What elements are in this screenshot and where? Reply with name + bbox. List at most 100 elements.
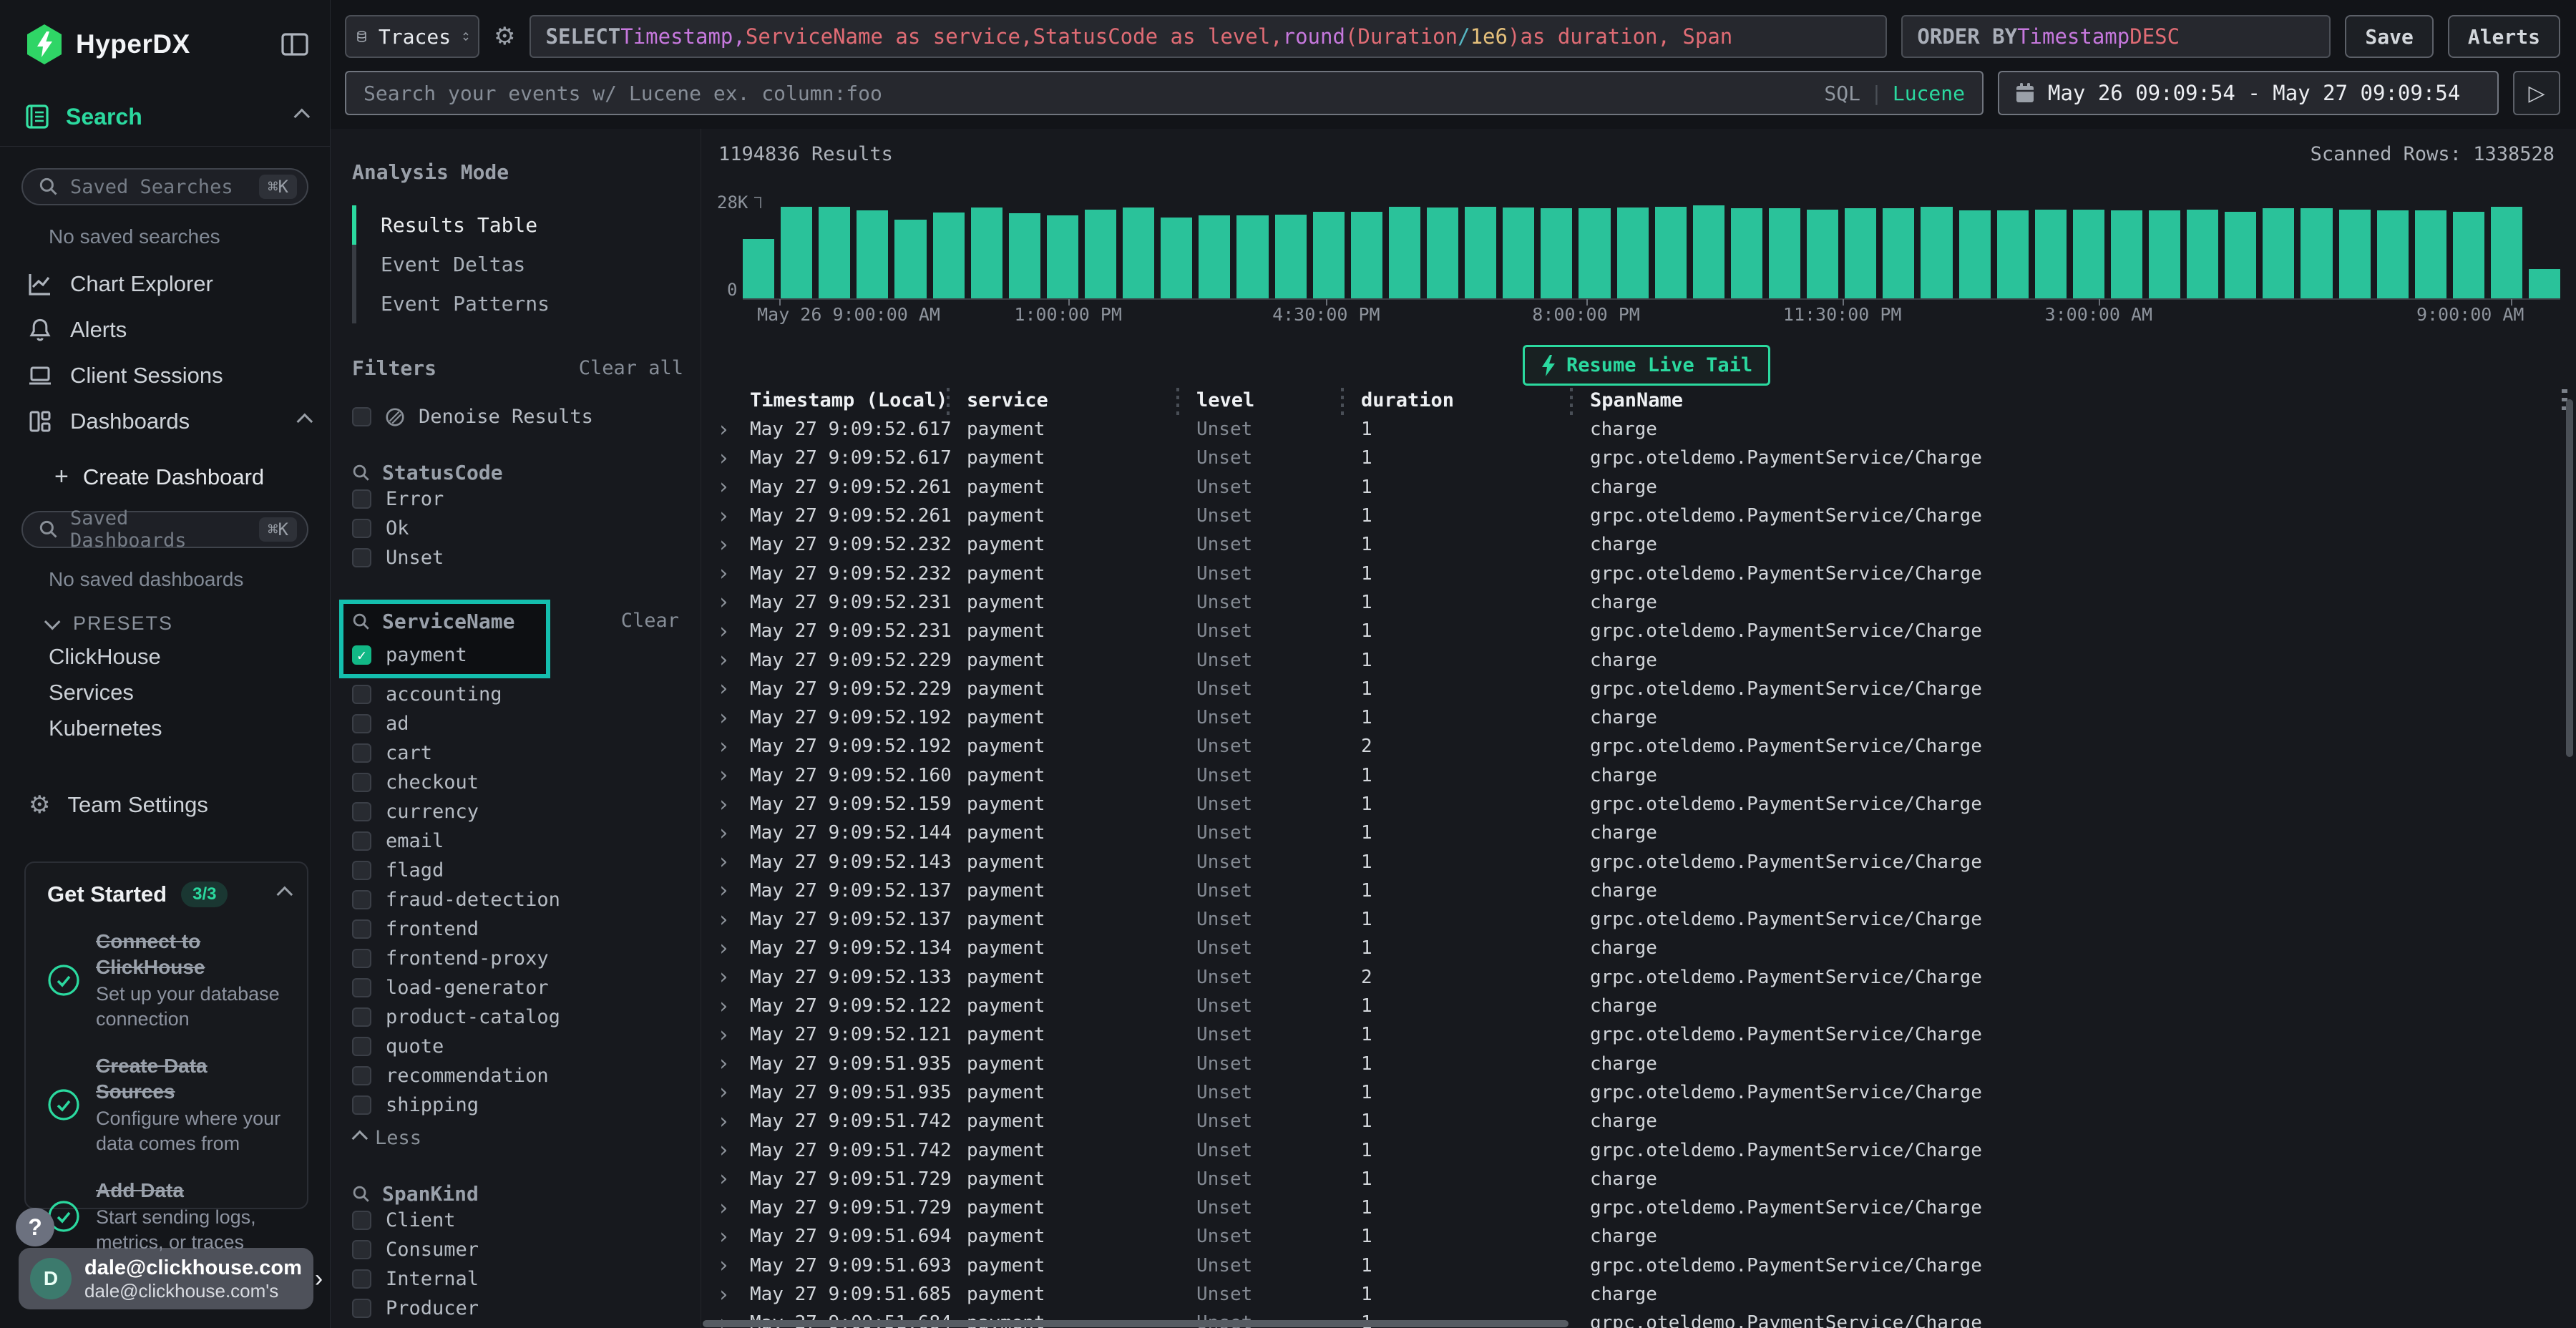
checkbox-checked[interactable]: ✓ — [352, 645, 371, 665]
table-row[interactable]: ›May 27 9:09:52.192 AMpaymentUnset2grpc.… — [716, 732, 2543, 761]
filter-item[interactable]: Unset — [352, 543, 683, 572]
row-expand-chevron-icon[interactable]: › — [716, 1253, 741, 1278]
histogram-bar[interactable] — [2073, 210, 2104, 298]
sidebar-item-chart-explorer[interactable]: Chart Explorer — [21, 261, 308, 307]
filter-item[interactable]: load-generator — [352, 973, 683, 1002]
source-settings-gear-icon[interactable]: ⚙ — [494, 24, 515, 49]
row-expand-chevron-icon[interactable]: › — [716, 1224, 741, 1249]
sidebar-item-team-settings[interactable]: ⚙ Team Settings — [29, 792, 308, 818]
table-row[interactable]: ›May 27 9:09:52.137 AMpaymentUnset1charg… — [716, 877, 2543, 905]
histogram-bar[interactable] — [1883, 208, 1914, 298]
row-expand-chevron-icon[interactable]: › — [716, 504, 741, 529]
sidebar-collapse-icon[interactable] — [281, 33, 308, 56]
mode-lucene-toggle[interactable]: Lucene — [1893, 82, 1965, 105]
row-expand-chevron-icon[interactable]: › — [716, 532, 741, 557]
get-started-item[interactable]: Create Data SourcesConfigure where your … — [47, 1053, 288, 1156]
histogram-bar[interactable] — [1085, 210, 1116, 298]
filter-item[interactable]: fraud-detection — [352, 885, 683, 914]
table-row[interactable]: ›May 27 9:09:52.160 AMpaymentUnset1charg… — [716, 761, 2543, 790]
column-header-service[interactable]: service — [958, 389, 1188, 411]
checkbox[interactable] — [352, 1211, 371, 1230]
row-expand-chevron-icon[interactable]: › — [716, 706, 741, 731]
histogram-bar[interactable] — [933, 213, 965, 298]
table-row[interactable]: ›May 27 9:09:52.229 AMpaymentUnset1grpc.… — [716, 675, 2543, 703]
table-row[interactable]: ›May 27 9:09:52.143 AMpaymentUnset1grpc.… — [716, 847, 2543, 876]
histogram-bar[interactable] — [2339, 210, 2371, 298]
histogram-bar[interactable] — [1161, 218, 1192, 298]
table-row[interactable]: ›May 27 9:09:52.261 AMpaymentUnset1grpc.… — [716, 502, 2543, 530]
table-row[interactable]: ›May 27 9:09:52.144 AMpaymentUnset1charg… — [716, 819, 2543, 847]
filter-item[interactable]: Error — [352, 484, 683, 514]
filter-item[interactable]: Producer — [352, 1294, 683, 1323]
row-expand-chevron-icon[interactable]: › — [716, 1022, 741, 1048]
table-row[interactable]: ›May 27 9:09:52.122 AMpaymentUnset1charg… — [716, 992, 2543, 1020]
filter-item[interactable]: shipping — [352, 1090, 683, 1120]
histogram-bar[interactable] — [1731, 208, 1762, 298]
checkbox[interactable] — [352, 1269, 371, 1289]
filter-item[interactable]: quote — [352, 1032, 683, 1061]
row-expand-chevron-icon[interactable]: › — [716, 1196, 741, 1221]
checkbox[interactable] — [352, 831, 371, 851]
sidebar-item-alerts[interactable]: Alerts — [21, 307, 308, 353]
row-expand-chevron-icon[interactable]: › — [716, 1080, 741, 1105]
table-row[interactable]: ›May 27 9:09:51.693 AMpaymentUnset1grpc.… — [716, 1251, 2543, 1280]
row-expand-chevron-icon[interactable]: › — [716, 1138, 741, 1163]
table-row[interactable]: ›May 27 9:09:52.617 AMpaymentUnset1charg… — [716, 415, 2543, 444]
get-started-item[interactable]: Connect to ClickHouseSet up your databas… — [47, 929, 288, 1032]
row-expand-chevron-icon[interactable]: › — [716, 1109, 741, 1134]
sidebar-item-search[interactable]: Search — [0, 96, 330, 137]
chevron-up-icon[interactable] — [294, 109, 311, 125]
row-expand-chevron-icon[interactable]: › — [716, 792, 741, 817]
create-dashboard-button[interactable]: + Create Dashboard — [54, 463, 308, 491]
saved-dashboards-input[interactable]: Saved Dashboards ⌘K — [21, 511, 308, 548]
column-header-timestamp-local-[interactable]: Timestamp (Local) — [741, 389, 958, 411]
histogram-bar[interactable] — [2377, 210, 2409, 298]
table-row[interactable]: ›May 27 9:09:52.231 AMpaymentUnset1grpc.… — [716, 617, 2543, 645]
row-expand-chevron-icon[interactable]: › — [716, 619, 741, 644]
saved-searches-input[interactable]: Saved Searches ⌘K — [21, 168, 308, 205]
histogram-bar[interactable] — [2187, 210, 2218, 298]
histogram-bar[interactable] — [1199, 215, 1230, 298]
table-row[interactable]: ›May 27 9:09:52.137 AMpaymentUnset1grpc.… — [716, 905, 2543, 934]
help-button[interactable]: ? — [16, 1208, 54, 1246]
row-expand-chevron-icon[interactable]: › — [716, 417, 741, 442]
histogram-bar[interactable] — [971, 208, 1002, 298]
histogram-bar[interactable] — [2149, 210, 2180, 298]
resume-live-tail-button[interactable]: Resume Live Tail — [1523, 345, 1770, 386]
event-search-input[interactable]: Search your events w/ Lucene ex. column:… — [345, 71, 1984, 115]
histogram-bar[interactable] — [1617, 208, 1649, 298]
histogram-bar[interactable] — [1845, 208, 1876, 298]
checkbox[interactable] — [352, 1299, 371, 1318]
checkbox[interactable] — [352, 1007, 371, 1027]
row-expand-chevron-icon[interactable]: › — [716, 1282, 741, 1307]
filter-item[interactable]: Internal — [352, 1264, 683, 1294]
filter-item[interactable]: recommendation — [352, 1061, 683, 1090]
filter-item[interactable]: Client — [352, 1206, 683, 1235]
row-expand-chevron-icon[interactable]: › — [716, 849, 741, 874]
histogram-bar[interactable] — [1313, 212, 1345, 298]
row-expand-chevron-icon[interactable]: › — [716, 878, 741, 903]
histogram-bar[interactable] — [2529, 269, 2560, 298]
filter-item[interactable]: product-catalog — [352, 1002, 683, 1032]
row-expand-chevron-icon[interactable]: › — [716, 734, 741, 759]
checkbox[interactable] — [352, 743, 371, 763]
filter-group-clear-link[interactable]: Clear — [621, 610, 679, 632]
histogram-bar[interactable] — [1769, 208, 1800, 298]
row-expand-chevron-icon[interactable]: › — [716, 907, 741, 932]
preset-item-kubernetes[interactable]: Kubernetes — [49, 711, 308, 746]
histogram-bar[interactable] — [1959, 210, 1991, 298]
save-button[interactable]: Save — [2345, 15, 2433, 58]
date-range-picker[interactable]: May 26 09:09:54 - May 27 09:09:54 — [1998, 71, 2499, 115]
row-expand-chevron-icon[interactable]: › — [716, 936, 741, 961]
row-expand-chevron-icon[interactable]: › — [716, 821, 741, 846]
table-row[interactable]: ›May 27 9:09:51.935 AMpaymentUnset1grpc.… — [716, 1078, 2543, 1107]
sidebar-item-dashboards[interactable]: Dashboards — [21, 399, 308, 444]
row-expand-chevron-icon[interactable]: › — [716, 676, 741, 701]
filter-group-header[interactable]: StatusCode — [352, 461, 683, 484]
presets-toggle[interactable]: PRESETS — [49, 612, 308, 635]
chevron-up-icon[interactable] — [277, 887, 293, 903]
checkbox[interactable] — [352, 802, 371, 821]
table-row[interactable]: ›May 27 9:09:52.133 AMpaymentUnset2grpc.… — [716, 963, 2543, 992]
filter-item[interactable]: flagd — [352, 856, 683, 885]
histogram-bar[interactable] — [1693, 205, 1724, 298]
